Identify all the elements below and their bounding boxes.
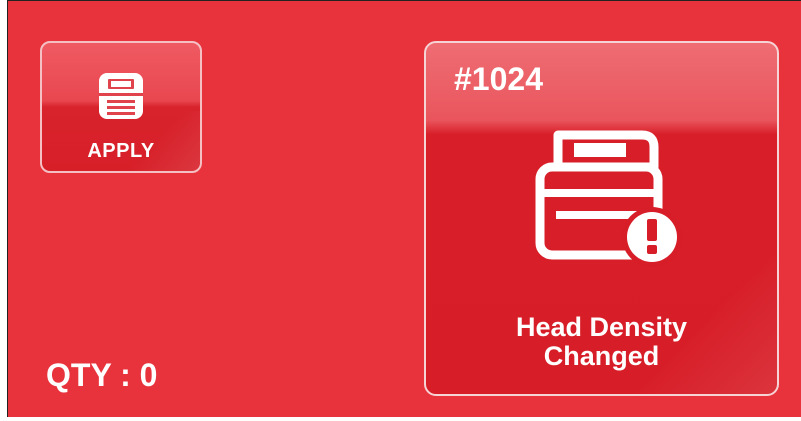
status-message-line2: Changed (543, 341, 660, 371)
status-message: Head Density Changed (426, 313, 777, 371)
printer-status-screen: APPLY QTY : 0 #1024 Head Density Changed (7, 0, 801, 417)
apply-button-label: APPLY (87, 140, 155, 162)
status-message-line1: Head Density (515, 312, 688, 342)
printer-warning-icon (535, 130, 682, 267)
apply-button[interactable]: APPLY (40, 41, 202, 173)
status-card[interactable]: #1024 Head Density Changed (424, 41, 779, 396)
quantity-label: QTY : 0 (46, 357, 158, 393)
printer-icon (99, 73, 143, 119)
job-number: #1024 (454, 61, 543, 97)
